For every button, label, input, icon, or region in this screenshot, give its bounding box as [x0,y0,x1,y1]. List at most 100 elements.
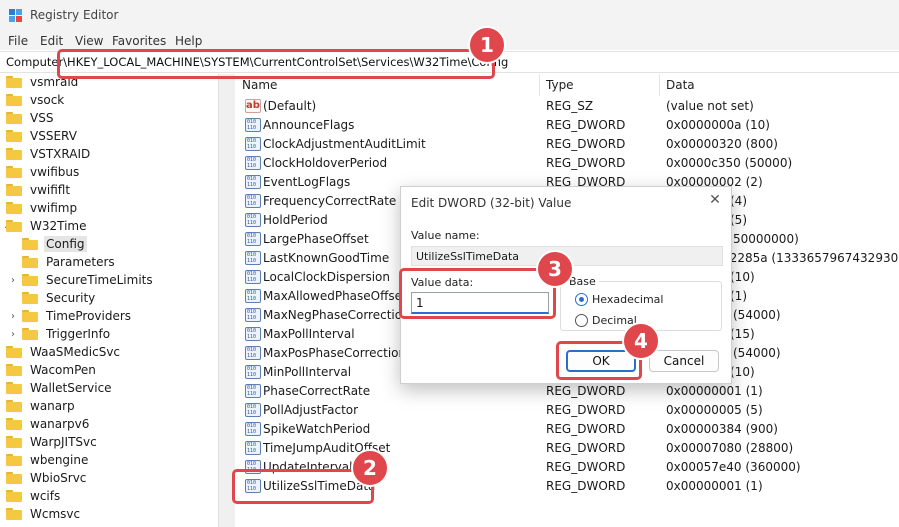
tree-item-label: TimeProviders [46,309,132,323]
binary-value-icon [245,213,261,227]
value-row[interactable]: ClockHoldoverPeriod REG_DWORD 0x0000c350 (… [236,154,899,173]
pane-splitter[interactable] [218,74,235,527]
folder-icon [22,328,38,340]
folder-icon [6,130,22,142]
ok-button[interactable]: OK [566,350,636,372]
binary-value-icon [245,118,261,132]
value-name: PollAdjustFactor [263,403,359,417]
window-title: Registry Editor [30,8,119,22]
value-row[interactable]: PollAdjustFactor REG_DWORD 0x00000005 (5) [236,401,899,420]
tree-item-vstxraid[interactable]: VSTXRAID [6,145,92,163]
folder-icon [6,382,22,394]
binary-value-icon [245,137,261,151]
tree-item-vwifibus[interactable]: vwifibus [6,163,81,181]
tree-item-vwififlt[interactable]: vwififlt [6,181,72,199]
tree-item-security[interactable]: Security [22,289,97,307]
tree-item-vsmraid[interactable]: vsmraid [6,74,80,91]
binary-value-icon [245,194,261,208]
decimal-radio[interactable]: Decimal [575,314,637,327]
chevron-right-icon[interactable]: › [8,271,18,289]
value-type: REG_DWORD [546,156,626,170]
tree-item-vss[interactable]: VSS [6,109,55,127]
value-data: (10) [730,270,755,284]
tree-item-vsock[interactable]: vsock [6,91,66,109]
value-type: REG_DWORD [546,384,626,398]
tree-item-label: VSTXRAID [30,147,91,161]
value-name: ClockHoldoverPeriod [263,156,388,170]
tree-item-config[interactable]: Config [22,235,87,253]
value-row[interactable]: ClockAdjustmentAuditLimit REG_DWORD 0x0000… [236,135,899,154]
title-bar[interactable]: Registry Editor [0,0,899,32]
folder-icon [6,400,22,412]
close-icon[interactable]: ✕ [707,192,723,208]
tree-item-w32time[interactable]: ⌄ W32Time [3,217,89,235]
tree-item-vsserv[interactable]: VSSERV [6,127,79,145]
tree-item-timeproviders[interactable]: › TimeProviders [11,307,133,325]
tree-item-label: Parameters [46,255,115,269]
folder-icon [6,166,22,178]
chevron-right-icon[interactable]: › [8,325,18,343]
tree-item-label: VSSERV [30,129,77,143]
column-header-type[interactable]: Type [540,74,660,96]
folder-icon [6,418,22,430]
binary-value-icon [245,460,261,474]
binary-value-icon [245,175,261,189]
tree-item-waasmedicsvc[interactable]: WaaSMedicSvc [6,343,122,361]
tree-item-wcifs[interactable]: wcifs [6,487,62,505]
value-data: 0x00057e40 (360000) [666,460,801,474]
tree-item-wacompen[interactable]: WacomPen [6,361,98,379]
column-header-data[interactable]: Data [660,74,899,96]
menu-edit[interactable]: Edit [40,34,63,48]
cancel-button[interactable]: Cancel [649,350,719,372]
tree-item-securetimelimits[interactable]: › SecureTimeLimits [11,271,155,289]
value-data-label: Value data: [411,276,474,289]
column-header-name[interactable]: Name [236,74,540,96]
tree-item-wanarp[interactable]: wanarp [6,397,77,415]
value-data: 0x0000c350 (50000) [666,156,793,170]
value-name: HoldPeriod [263,213,328,227]
binary-value-icon [245,441,261,455]
value-name: MaxPollInterval [263,327,355,341]
menu-bar: File Edit View Favorites Help [0,32,899,50]
menu-favorites[interactable]: Favorites [112,34,166,48]
value-row[interactable]: SpikeWatchPeriod REG_DWORD 0x00000384 (900… [236,420,899,439]
value-name: MaxPosPhaseCorrection [263,346,407,360]
menu-view[interactable]: View [75,34,103,48]
tree-item-triggerinfo[interactable]: › TriggerInfo [11,325,112,343]
value-row[interactable]: PhaseCorrectRate REG_DWORD 0x00000001 (1) [236,382,899,401]
value-row[interactable]: AnnounceFlags REG_DWORD 0x0000000a (10) [236,116,899,135]
value-type: REG_DWORD [546,441,626,455]
address-bar[interactable]: Computer\HKEY_LOCAL_MACHINE\SYSTEM\Curre… [0,51,899,73]
folder-icon [22,292,38,304]
radio-unchecked-icon [575,314,588,327]
value-data: 0x00007080 (28800) [666,441,794,455]
edit-dword-dialog: Edit DWORD (32-bit) Value ✕ Value name: … [400,186,732,384]
value-row[interactable]: TimeJumpAuditOffsetREG_DWORD0x00007080 (… [236,439,899,458]
value-name: MaxAllowedPhaseOffset [263,289,407,303]
tree-item-parameters[interactable]: Parameters [22,253,117,271]
tree-item-wcmsvc[interactable]: Wcmsvc [6,505,82,523]
tree-item-wanarpv6[interactable]: wanarpv6 [6,415,91,433]
value-data: :12285a (133365796743293018) [718,251,899,265]
value-row[interactable]: UtilizeSslTimeDataREG_DWORD0x00000001 (1… [236,477,899,496]
value-data: (10) [730,365,755,379]
tree-item-warpjitsvc[interactable]: WarpJITSvc [6,433,99,451]
menu-file[interactable]: File [8,34,28,48]
tree-item-label: WarpJITSvc [30,435,97,449]
folder-icon [6,454,22,466]
hexadecimal-radio[interactable]: Hexadecimal [575,293,663,306]
address-path[interactable]: Computer\HKEY_LOCAL_MACHINE\SYSTEM\Curre… [6,55,508,69]
value-type: REG_DWORD [546,403,626,417]
chevron-right-icon[interactable]: › [8,307,18,325]
value-row[interactable]: UpdateInterval REG_DWORD 0x00057e40 (36000… [236,458,899,477]
value-data-input[interactable]: 1 [411,292,549,314]
menu-help[interactable]: Help [175,34,202,48]
tree-item-walletservice[interactable]: WalletService [6,379,114,397]
tree-item-wbiosrvc[interactable]: WbioSrvc [6,469,88,487]
hexadecimal-label: Hexadecimal [592,293,664,306]
tree-item-label: W32Time [30,219,87,233]
key-tree-pane[interactable]: vsmraid vsock VSS VSSERV VSTXRAID vwifibus vwi… [0,74,218,527]
tree-item-wbengine[interactable]: wbengine [6,451,90,469]
tree-item-vwifimp[interactable]: vwifimp [6,199,79,217]
value-row[interactable]: ab (Default) REG_SZ (value not set) [236,97,899,116]
